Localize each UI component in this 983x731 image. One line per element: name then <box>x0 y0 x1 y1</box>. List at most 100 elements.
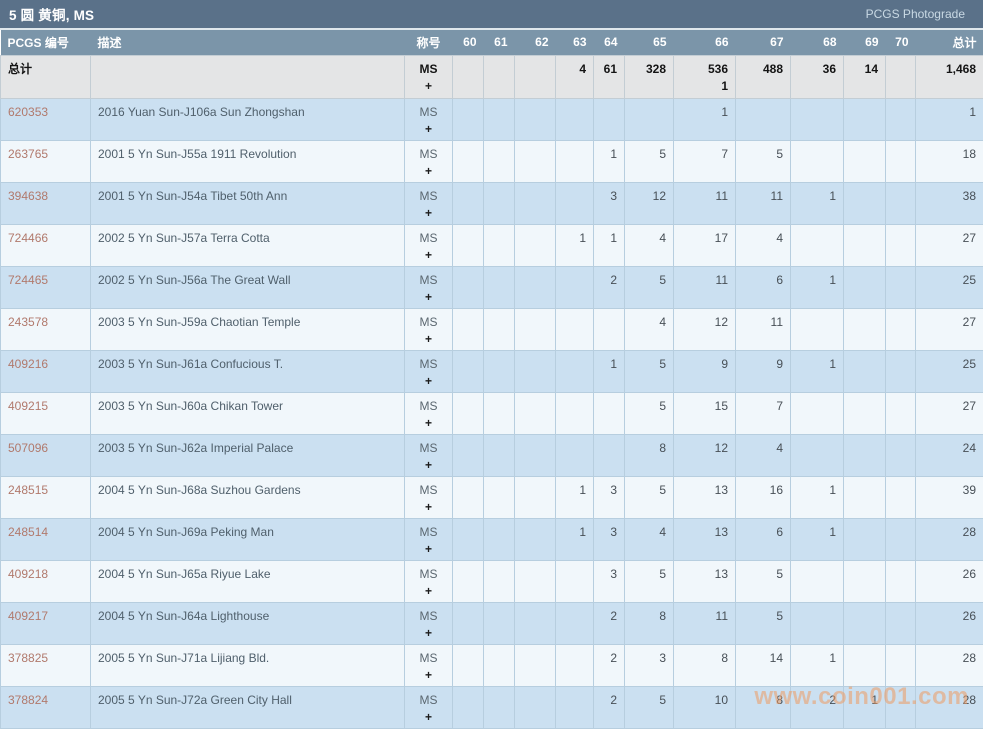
grade-cell-66: 13 <box>673 517 736 561</box>
pcgs-number-link[interactable]: 409218 <box>8 567 48 581</box>
pcgs-number-link[interactable]: 409215 <box>8 399 48 413</box>
grade-cell-60 <box>452 181 484 225</box>
grade-cell-70 <box>885 139 916 183</box>
totals-grade-cell-61 <box>483 54 515 99</box>
grade-cell-68 <box>790 559 844 603</box>
grade-cell-68 <box>790 601 844 645</box>
designation-plus-label: + <box>424 247 432 262</box>
column-header-0: PCGS 编号 <box>0 30 91 55</box>
totals-label-cell: 总计 <box>0 54 91 99</box>
pcgs-number-link[interactable]: 263765 <box>8 147 48 161</box>
grade-cell-67: 6 <box>735 517 791 561</box>
pcgs-number-link[interactable]: 378825 <box>8 651 48 665</box>
grade-cell-69 <box>843 433 886 477</box>
grade-cell-63 <box>555 391 594 435</box>
pcgs-number-link[interactable]: 507096 <box>8 441 48 455</box>
pcgs-number-link[interactable]: 409217 <box>8 609 48 623</box>
grade-cell-69 <box>843 349 886 393</box>
column-header-5: 62 <box>514 30 556 55</box>
pcgs-number-cell: 378825 <box>0 643 91 687</box>
pcgs-number-link[interactable]: 409216 <box>8 357 48 371</box>
column-header-9: 66 <box>673 30 736 55</box>
designation-plus-label: + <box>424 541 432 556</box>
grade-cell-70 <box>885 307 916 351</box>
designation-cell: MS + <box>404 559 453 603</box>
grade-cell-65: 4 <box>624 517 674 561</box>
grade-cell-63: 1 <box>555 517 594 561</box>
grade-cell-68 <box>790 97 844 141</box>
designation-label: MS <box>419 482 438 497</box>
grade-cell-69 <box>843 643 886 687</box>
grade-cell-66: 10 <box>673 685 736 729</box>
table-row: 243578 2003 5 Yn Sun-J59a Chaotian Temple… <box>0 307 983 351</box>
pcgs-number-link[interactable]: 248514 <box>8 525 48 539</box>
designation-plus-label: + <box>424 583 432 598</box>
grade-cell-70 <box>885 517 916 561</box>
table-row: 507096 2003 5 Yn Sun-J62a Imperial Palace… <box>0 433 983 477</box>
pcgs-number-link[interactable]: 620353 <box>8 105 48 119</box>
pcgs-number-link[interactable]: 243578 <box>8 315 48 329</box>
description-cell: 2003 5 Yn Sun-J61a Confucious T. <box>90 349 405 393</box>
designation-label: MS <box>419 314 438 329</box>
grade-cell-70 <box>885 475 916 519</box>
grade-cell-63 <box>555 643 594 687</box>
grade-cell-62 <box>514 559 556 603</box>
pcgs-number-link[interactable]: 724466 <box>8 231 48 245</box>
pcgs-number-cell: 409218 <box>0 559 91 603</box>
pcgs-number-cell: 409217 <box>0 601 91 645</box>
grade-cell-69 <box>843 559 886 603</box>
totals-grade-cell-65: 328 <box>624 54 674 99</box>
table-row: 409216 2003 5 Yn Sun-J61a Confucious T. MS… <box>0 349 983 393</box>
grade-cell-62 <box>514 139 556 183</box>
grade-cell-64 <box>593 307 625 351</box>
designation-cell: MS + <box>404 517 453 561</box>
grade-cell-67: 5 <box>735 139 791 183</box>
column-header-10: 67 <box>735 30 791 55</box>
grade-cell-64: 1 <box>593 139 625 183</box>
pcgs-number-link[interactable]: 248515 <box>8 483 48 497</box>
grade-cell-63 <box>555 97 594 141</box>
grade-cell-64: 3 <box>593 475 625 519</box>
grade-cell-62 <box>514 349 556 393</box>
designation-plus-label: + <box>424 163 432 178</box>
grade-cell-62 <box>514 517 556 561</box>
grade-cell-66: 11 <box>673 601 736 645</box>
grade-cell-67: 9 <box>735 349 791 393</box>
grade-cell-69 <box>843 223 886 267</box>
grade-cell-60 <box>452 517 484 561</box>
description-cell: 2016 Yuan Sun-J106a Sun Zhongshan <box>90 97 405 141</box>
totals-grade-cell-63: 4 <box>555 54 594 99</box>
totals-grade-cell-62 <box>514 54 556 99</box>
designation-label: MS <box>419 356 438 371</box>
photograde-link[interactable]: PCGS Photograde <box>866 7 965 21</box>
grade-cell-60 <box>452 97 484 141</box>
designation-label: MS <box>419 188 438 203</box>
pcgs-number-link[interactable]: 378824 <box>8 693 48 707</box>
table-row: 724465 2002 5 Yn Sun-J56a The Great Wall M… <box>0 265 983 309</box>
grade-cell-62 <box>514 223 556 267</box>
description-cell: 2001 5 Yn Sun-J54a Tibet 50th Ann <box>90 181 405 225</box>
grade-cell-60 <box>452 139 484 183</box>
description-cell: 2003 5 Yn Sun-J60a Chikan Tower <box>90 391 405 435</box>
grade-cell-67: 16 <box>735 475 791 519</box>
totals-grade-cell-68: 36 <box>790 54 844 99</box>
grade-cell-61 <box>483 685 515 729</box>
designation-cell: MS + <box>404 139 453 183</box>
grade-cell-68: 1 <box>790 475 844 519</box>
grade-cell-68: 1 <box>790 265 844 309</box>
pcgs-number-cell: 724466 <box>0 223 91 267</box>
grade-cell-62 <box>514 643 556 687</box>
row-total-cell: 39 <box>915 475 983 519</box>
grade-cell-70 <box>885 559 916 603</box>
designation-cell: MS + <box>404 643 453 687</box>
pcgs-number-link[interactable]: 394638 <box>8 189 48 203</box>
grade-cell-66: 13 <box>673 559 736 603</box>
pcgs-number-link[interactable]: 724465 <box>8 273 48 287</box>
grade-cell-65: 4 <box>624 307 674 351</box>
designation-plus-label: + <box>424 121 432 136</box>
grade-cell-68: 2 <box>790 685 844 729</box>
grade-cell-68 <box>790 391 844 435</box>
grade-cell-70 <box>885 391 916 435</box>
grade-cell-70 <box>885 433 916 477</box>
grade-cell-67: 5 <box>735 601 791 645</box>
